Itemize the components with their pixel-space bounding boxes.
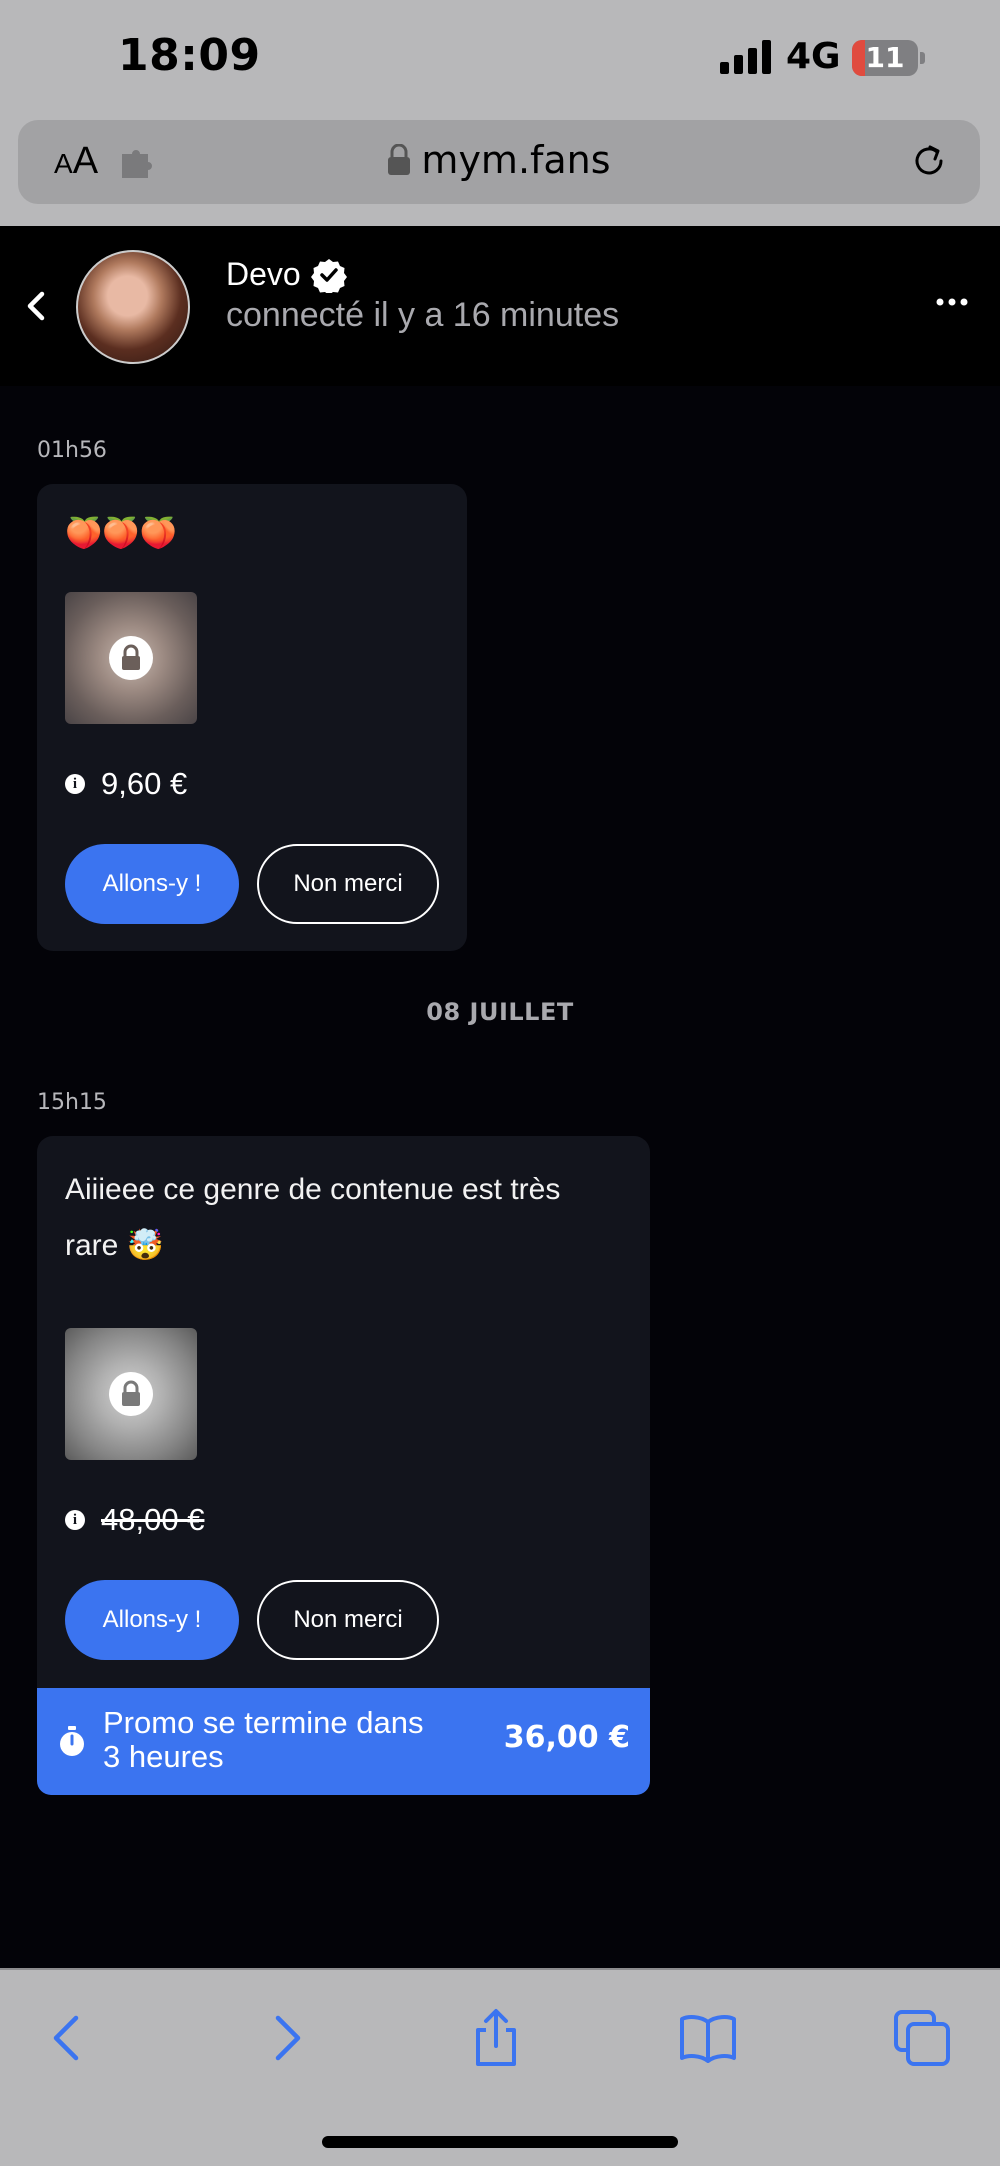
info-icon[interactable]: i <box>65 774 85 794</box>
avatar[interactable] <box>76 250 190 364</box>
battery-icon: 11 <box>852 40 918 76</box>
price: 9,60 € <box>101 766 188 801</box>
accept-offer-button[interactable]: Allons-y ! <box>65 844 239 924</box>
decline-offer-button[interactable]: Non merci <box>257 844 439 924</box>
url-domain: mym.fans <box>421 138 611 182</box>
reload-icon[interactable] <box>908 140 950 182</box>
promo-price: 36,00 € <box>503 1720 630 1755</box>
back-arrow-icon[interactable] <box>38 2008 98 2068</box>
forward-arrow-icon[interactable] <box>256 2008 316 2068</box>
paid-message-card: 🍑🍑🍑 i 9,60 € Allons-y ! Non merci <box>37 484 467 951</box>
address-bar[interactable]: AA mym.fans <box>18 120 980 204</box>
signal-strength-icon <box>720 40 771 74</box>
message-text-line: rare 🤯 <box>65 1229 165 1262</box>
promo-countdown-text: Promo se termine dans 3 heures <box>103 1705 424 1774</box>
date-separator: 08 JUILLET <box>426 998 574 1026</box>
original-price: 48,00 € <box>101 1502 205 1537</box>
price-row: i 9,60 € <box>65 766 187 802</box>
network-type: 4G <box>786 36 841 77</box>
status-time: 18:09 <box>118 30 261 81</box>
browser-toolbar <box>0 1968 1000 2166</box>
promo-banner[interactable]: Promo se termine dans 3 heures 36,00 € <box>37 1688 650 1795</box>
info-icon[interactable]: i <box>65 1510 85 1530</box>
paid-message-card: Aiiieee ce genre de contenue est très ra… <box>37 1136 650 1716</box>
verified-badge-icon <box>310 258 347 293</box>
back-chevron-icon[interactable] <box>16 286 56 326</box>
locked-media-thumbnail[interactable] <box>65 592 197 724</box>
lock-badge <box>109 1372 153 1416</box>
tabs-icon[interactable] <box>892 2008 952 2068</box>
lock-badge <box>109 636 153 680</box>
message-text-line: Aiiieee ce genre de contenue est très <box>65 1173 561 1206</box>
message-timestamp: 15h15 <box>37 1090 107 1115</box>
url-display[interactable]: mym.fans <box>18 138 980 182</box>
contact-name-row[interactable]: Devo <box>226 256 347 293</box>
contact-name: Devo <box>226 256 301 292</box>
more-options-icon[interactable] <box>936 296 968 308</box>
share-icon[interactable] <box>466 2008 526 2068</box>
padlock-icon <box>122 644 140 670</box>
price-row: i 48,00 € <box>65 1502 204 1538</box>
stopwatch-icon <box>60 1726 84 1756</box>
battery-nub <box>920 52 925 64</box>
locked-media-thumbnail[interactable] <box>65 1328 197 1460</box>
status-bar: 18:09 4G 11 <box>0 0 1000 120</box>
lock-icon <box>388 144 411 175</box>
home-indicator[interactable] <box>322 2136 678 2148</box>
message-text: 🍑🍑🍑 <box>65 517 178 550</box>
contact-last-seen: connecté il y a 16 minutes <box>226 296 620 334</box>
padlock-icon <box>122 1380 140 1406</box>
accept-offer-button[interactable]: Allons-y ! <box>65 1580 239 1660</box>
browser-address-area: AA mym.fans <box>0 120 1000 227</box>
message-timestamp: 01h56 <box>37 438 107 463</box>
chat-header: Devo connecté il y a 16 minutes <box>0 226 1000 386</box>
bookmarks-book-icon[interactable] <box>678 2008 738 2068</box>
battery-level: 11 <box>865 41 905 74</box>
decline-offer-button[interactable]: Non merci <box>257 1580 439 1660</box>
